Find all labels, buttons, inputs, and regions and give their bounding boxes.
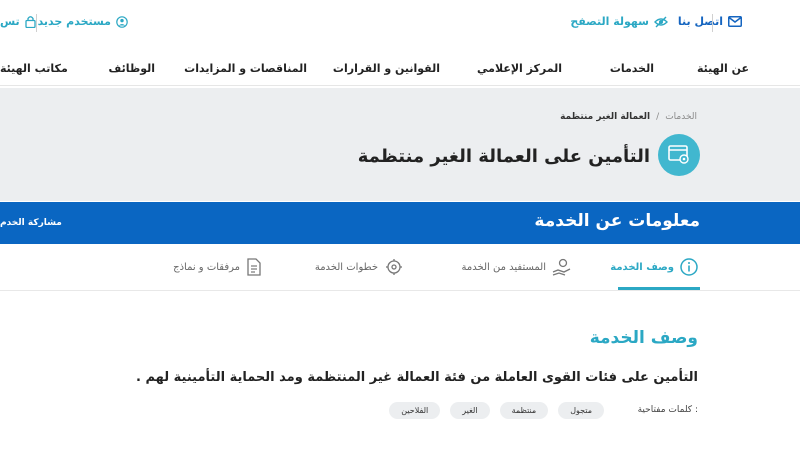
login-label: تس bbox=[0, 15, 20, 28]
keywords-list: متجول منتظمة الغير الفلاحين bbox=[389, 402, 604, 419]
login-link[interactable]: تس bbox=[0, 15, 36, 28]
tab-attachments[interactable]: مرفقات و نماذج bbox=[173, 258, 262, 276]
service-description: التأمين على فئات القوى العاملة من فئة ال… bbox=[136, 370, 698, 385]
section-title: وصف الخدمة bbox=[589, 328, 698, 348]
eye-slash-icon bbox=[654, 16, 668, 27]
tab-label: وصف الخدمة bbox=[610, 261, 674, 273]
keywords-label: كلمات مفتاحية : bbox=[637, 405, 698, 415]
nav-item-tenders[interactable]: المناقصات و المزايدات bbox=[184, 62, 307, 75]
topbar-divider bbox=[36, 14, 37, 32]
nav-item-about[interactable]: عن الهيئة bbox=[697, 62, 749, 75]
tab-label: مرفقات و نماذج bbox=[173, 261, 240, 273]
keyword-tag[interactable]: منتظمة bbox=[499, 402, 549, 419]
contact-us-link[interactable]: اتصل بنا bbox=[678, 15, 742, 28]
nav-item-laws[interactable]: القوانين و القرارات bbox=[333, 62, 440, 75]
page-header: الخدمات / العمالة الغير منتظمة التأمين ع… bbox=[0, 88, 800, 201]
share-service-button[interactable]: مشاركة الخدم bbox=[0, 218, 62, 228]
active-tab-indicator bbox=[618, 287, 700, 290]
tab-service-description[interactable]: وصف الخدمة bbox=[610, 258, 698, 276]
page-title: التأمين على العمالة الغير منتظمة bbox=[357, 146, 650, 167]
document-icon bbox=[247, 258, 261, 276]
keyword-tag[interactable]: متجول bbox=[558, 402, 604, 419]
service-info-bar: معلومات عن الخدمة مشاركة الخدم bbox=[0, 202, 800, 244]
nav-item-offices[interactable]: مكاتب الهيئة bbox=[0, 62, 68, 75]
service-window-gear-icon bbox=[658, 134, 700, 176]
main-nav: عن الهيئة الخدمات المركز الإعلامي القوان… bbox=[0, 52, 800, 86]
tab-label: المستفيد من الخدمة bbox=[461, 261, 546, 273]
new-user-link[interactable]: مستخدم جديد bbox=[38, 15, 128, 28]
steps-icon bbox=[386, 259, 402, 275]
accessibility-link[interactable]: سهولة التصفح bbox=[570, 15, 668, 28]
topbar-divider bbox=[712, 14, 713, 32]
envelope-icon bbox=[728, 16, 742, 27]
accessibility-label: سهولة التصفح bbox=[570, 15, 649, 28]
nav-item-jobs[interactable]: الوظائف bbox=[108, 62, 155, 75]
tab-service-steps[interactable]: خطوات الخدمة bbox=[315, 258, 404, 276]
breadcrumb-separator: / bbox=[656, 112, 660, 122]
keyword-tag[interactable]: الغير bbox=[450, 402, 490, 419]
breadcrumb-current: العمالة الغير منتظمة bbox=[560, 112, 651, 122]
breadcrumb: الخدمات / العمالة الغير منتظمة bbox=[560, 112, 697, 122]
contact-label: اتصل بنا bbox=[677, 15, 723, 28]
tab-beneficiary[interactable]: المستفيد من الخدمة bbox=[462, 258, 572, 276]
service-tabs: وصف الخدمة المستفيد من الخدمة خطوات الخد… bbox=[0, 245, 800, 291]
keyword-tag[interactable]: الفلاحين bbox=[389, 402, 441, 419]
info-icon bbox=[680, 258, 698, 276]
beneficiary-icon bbox=[552, 258, 571, 276]
tab-label: خطوات الخدمة bbox=[314, 261, 378, 273]
top-bar: اتصل بنا سهولة التصفح مستخدم جديد تس bbox=[0, 0, 800, 46]
new-user-label: مستخدم جديد bbox=[37, 15, 111, 28]
nav-item-media-center[interactable]: المركز الإعلامي bbox=[477, 62, 562, 75]
nav-item-services[interactable]: الخدمات bbox=[610, 62, 654, 75]
user-icon bbox=[116, 15, 128, 28]
breadcrumb-root[interactable]: الخدمات bbox=[665, 112, 697, 122]
lock-icon bbox=[25, 16, 36, 28]
service-info-title: معلومات عن الخدمة bbox=[534, 211, 700, 231]
